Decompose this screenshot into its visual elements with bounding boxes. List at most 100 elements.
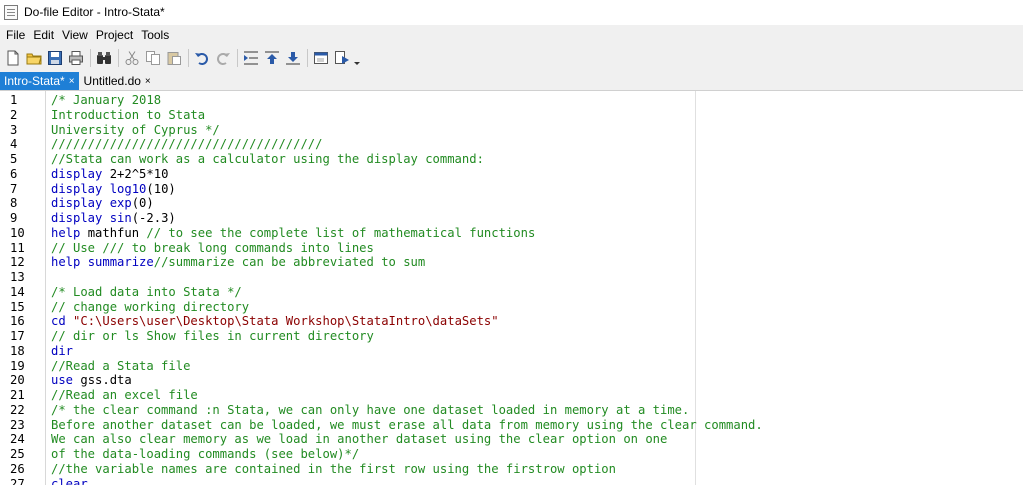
code-line[interactable]: // Use /// to break long commands into l… (51, 241, 374, 256)
code-token: (10) (146, 181, 176, 196)
code-line[interactable]: //Stata can work as a calculator using t… (51, 152, 484, 167)
line-number: 25 (10, 447, 25, 461)
code-line[interactable]: // dir or ls Show files in current direc… (51, 329, 374, 344)
code-token: //Stata can work as a calculator using t… (51, 152, 484, 166)
code-line[interactable]: /* January 2018 (51, 93, 161, 108)
code-token: help (51, 255, 88, 270)
line-number: 19 (10, 358, 25, 373)
line-number: 23 (10, 417, 25, 432)
paste-icon[interactable] (164, 48, 184, 68)
code-line[interactable]: of the data-loading commands (see below)… (51, 447, 359, 462)
close-icon[interactable]: × (145, 76, 151, 87)
redo-icon[interactable] (213, 48, 233, 68)
save-icon[interactable] (45, 48, 65, 68)
code-line[interactable]: // change working directory (51, 300, 249, 315)
code-line[interactable]: //Read a Stata file (51, 359, 190, 374)
line-number: 5 (10, 152, 18, 166)
title-bar: Do-file Editor - Intro-Stata* (0, 0, 1023, 24)
code-token: display (51, 166, 110, 181)
window-title: Do-file Editor - Intro-Stata* (24, 5, 165, 19)
cut-icon[interactable] (122, 48, 142, 68)
code-editor[interactable]: 1 2 3 4 5 6 7 8 9 10 11 12 13 14 15 16 17 18 19 20 21 22 23 24 2… (0, 90, 1023, 485)
menu-file[interactable]: File (2, 28, 29, 42)
code-line[interactable]: help summarize//summarize can be abbrevi… (51, 255, 425, 270)
line-number: 27 (10, 476, 25, 485)
code-token: display (51, 211, 110, 225)
code-token: gss.dta (80, 373, 132, 388)
code-token: We can also clear memory as we load in a… (51, 432, 668, 447)
line-number: 21 (10, 388, 25, 402)
menu-project[interactable]: Project (92, 28, 137, 42)
code-line[interactable]: //Read an excel file (51, 388, 198, 403)
copy-icon[interactable] (143, 48, 163, 68)
code-token: "C:\Users\user\Desktop\Stata Workshop\St… (73, 314, 499, 329)
code-line[interactable]: University of Cyprus */ (51, 123, 220, 138)
tab-bar: Intro-Stata* × Untitled.do × (0, 71, 1023, 90)
line-number: 2 (10, 107, 18, 122)
code-token: cd (51, 314, 74, 329)
code-line[interactable]: display exp(0) (51, 196, 154, 211)
tab-untitled[interactable]: Untitled.do × (79, 72, 155, 90)
code-line[interactable]: display sin(-2.3) (51, 211, 176, 226)
line-number: 12 (10, 255, 25, 270)
code-token: /* Load data into Stata */ (51, 284, 242, 299)
print-icon[interactable] (66, 48, 86, 68)
code-token: /* January 2018 (51, 93, 162, 107)
code-line[interactable]: /* the clear command :n Stata, we can on… (51, 403, 689, 418)
open-folder-icon[interactable] (24, 48, 44, 68)
menu-view[interactable]: View (58, 28, 92, 42)
line-number: 10 (10, 225, 25, 240)
execute-dropdown-icon[interactable] (353, 48, 361, 68)
code-line[interactable]: We can also clear memory as we load in a… (51, 432, 667, 447)
line-number: 9 (10, 211, 18, 225)
move-up-icon[interactable] (262, 48, 282, 68)
menu-bar: File Edit View Project Tools (0, 25, 1023, 45)
tab-intro-stata[interactable]: Intro-Stata* × (0, 72, 79, 90)
code-line[interactable]: dir (51, 344, 73, 359)
move-down-icon[interactable] (283, 48, 303, 68)
code-line[interactable]: ///////////////////////////////////// (51, 137, 323, 152)
code-token: mathfun (87, 225, 147, 240)
code-line[interactable]: use gss.dta (51, 373, 132, 388)
close-icon[interactable]: × (69, 76, 75, 87)
toolbar (0, 45, 1023, 71)
line-number: 20 (10, 373, 25, 388)
show-results-icon[interactable] (311, 48, 331, 68)
line-number: 13 (10, 270, 25, 284)
code-token: log10 (109, 181, 147, 196)
line-number: 14 (10, 284, 25, 299)
code-line[interactable]: Introduction to Stata (51, 108, 205, 123)
code-token: Introduction to Stata (51, 107, 206, 122)
code-token: exp (109, 196, 132, 211)
code-token: // change working directory (51, 299, 250, 314)
line-number: 4 (10, 137, 18, 152)
code-line[interactable]: clear (51, 477, 88, 485)
code-token: (-2.3) (131, 211, 176, 225)
code-token: summarize (87, 255, 154, 270)
code-token: sin (109, 211, 132, 225)
indent-icon[interactable] (241, 48, 261, 68)
tab-label: Intro-Stata* (4, 74, 65, 88)
undo-icon[interactable] (192, 48, 212, 68)
menu-tools[interactable]: Tools (137, 28, 173, 42)
code-line[interactable]: //the variable names are contained in th… (51, 462, 616, 477)
code-line[interactable]: display 2+2^5*10 (51, 167, 168, 182)
code-line[interactable]: display log10(10) (51, 182, 176, 197)
line-number: 17 (10, 329, 25, 343)
find-icon[interactable] (94, 48, 114, 68)
code-token: University of Cyprus */ (51, 122, 220, 137)
line-number-gutter: 1 2 3 4 5 6 7 8 9 10 11 12 13 14 15 16 17 18 19 20 21 22 23 24 2… (0, 91, 46, 485)
line-number: 3 (10, 122, 18, 137)
new-file-icon[interactable] (3, 48, 23, 68)
do-file-editor-icon (4, 4, 18, 20)
execute-icon[interactable] (332, 48, 352, 68)
code-area[interactable]: /* January 2018 Introduction to Stata Univ… (51, 91, 1023, 485)
code-token: dir (51, 343, 74, 358)
code-line[interactable]: Before another dataset can be loaded, we… (51, 418, 763, 433)
toolbar-separator (90, 49, 91, 67)
code-token: Before another dataset can be loaded, we… (51, 417, 763, 432)
code-line[interactable]: cd "C:\Users\user\Desktop\Stata Workshop… (51, 314, 499, 329)
code-line[interactable]: help mathfun // to see the complete list… (51, 226, 535, 241)
menu-edit[interactable]: Edit (29, 28, 58, 42)
code-line[interactable]: /* Load data into Stata */ (51, 285, 242, 300)
